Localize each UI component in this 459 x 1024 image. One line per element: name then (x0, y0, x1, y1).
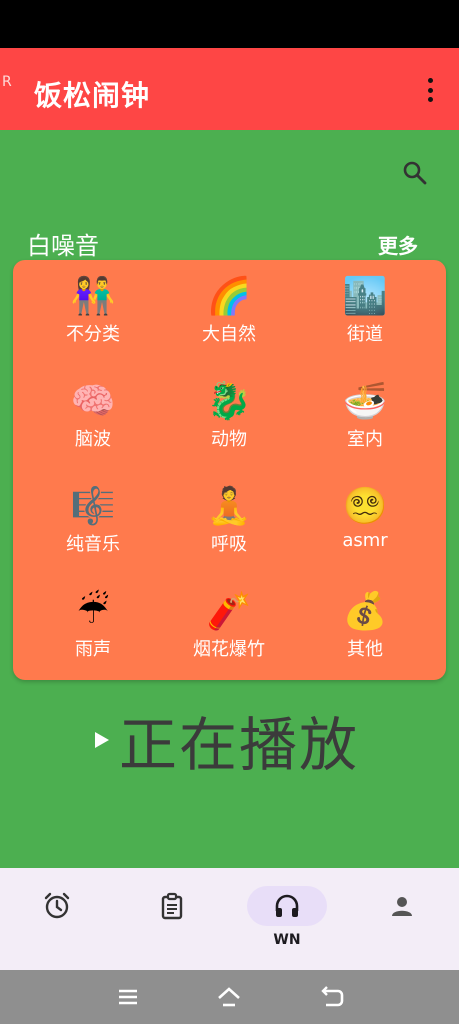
now-playing-label: 正在播放 (119, 711, 360, 779)
nav-item-profile[interactable] (357, 886, 447, 956)
search-icon[interactable] (400, 158, 430, 188)
clipboard-icon (161, 892, 183, 920)
nav-item-alarm[interactable] (12, 886, 102, 956)
category-emoji-icon: 👫 (70, 276, 116, 317)
category-label: 街道 (347, 324, 383, 345)
system-nav-bar (0, 970, 459, 1024)
category-emoji-icon: 💰 (342, 591, 388, 632)
status-bar (0, 0, 459, 48)
r-mark: R (2, 74, 12, 90)
overflow-menu-icon[interactable] (420, 78, 440, 102)
app-bar: R 饭松闹钟 (0, 48, 459, 130)
category-label: asmr (342, 530, 388, 551)
category-label: 室内 (347, 429, 383, 450)
category-emoji-icon: 🎼 (70, 486, 116, 527)
category-item[interactable]: 🧘 呼吸 (157, 486, 301, 566)
category-emoji-icon: 🍜 (342, 381, 388, 422)
person-icon (392, 897, 412, 916)
nav-label-wn: WN (273, 932, 301, 948)
category-label: 其他 (347, 639, 383, 660)
menu-icon[interactable] (114, 984, 142, 1010)
category-emoji-icon: 🧨 (206, 591, 252, 632)
category-emoji-icon: 😵‍💫 (342, 486, 388, 527)
category-item[interactable]: 🧨 烟花爆竹 (157, 591, 301, 671)
category-item[interactable]: ☔ 雨声 (21, 591, 165, 671)
category-emoji-icon: 🧠 (70, 381, 116, 422)
category-label: 脑波 (75, 429, 111, 450)
alarm-icon (44, 892, 70, 919)
category-emoji-icon: 🧘 (206, 486, 252, 527)
nav-item-notes[interactable] (127, 886, 217, 956)
category-label: 呼吸 (211, 534, 247, 555)
category-emoji-icon: 🏙️ (342, 276, 388, 317)
now-playing-button[interactable]: 正在播放 (95, 698, 359, 782)
category-item[interactable]: 💰 其他 (293, 591, 437, 671)
section-title: 白噪音 (27, 232, 99, 260)
category-item[interactable]: 🧠 脑波 (21, 381, 165, 461)
category-item[interactable]: 🍜 室内 (293, 381, 437, 461)
nav-item-white-noise[interactable]: WN (242, 886, 332, 956)
category-item[interactable]: 🐉 动物 (157, 381, 301, 461)
category-label: 大自然 (202, 324, 256, 345)
category-label: 雨声 (75, 639, 111, 660)
play-icon (95, 732, 109, 748)
category-label: 动物 (211, 429, 247, 450)
category-card: 👫 不分类 🌈 大自然 🏙️ 街道 🧠 脑波 🐉 动物 🍜 室内 🎼 纯音乐 🧘… (13, 260, 446, 680)
home-icon[interactable] (215, 984, 243, 1010)
category-item[interactable]: 😵‍💫 asmr (293, 486, 437, 566)
category-label: 不分类 (66, 324, 120, 345)
category-label: 烟花爆竹 (193, 639, 265, 660)
category-item[interactable]: 🌈 大自然 (157, 276, 301, 356)
back-icon[interactable] (318, 984, 346, 1010)
app-title: 饭松闹钟 (34, 79, 151, 112)
headphones-icon (275, 894, 299, 917)
category-emoji-icon: 🐉 (206, 381, 252, 422)
category-emoji-icon: ☔ (76, 591, 110, 632)
category-emoji-icon: 🌈 (206, 276, 252, 317)
category-item[interactable]: 🎼 纯音乐 (21, 486, 165, 566)
category-item[interactable]: 👫 不分类 (21, 276, 165, 356)
category-label: 纯音乐 (66, 534, 120, 555)
main-content: 白噪音 更多 👫 不分类 🌈 大自然 🏙️ 街道 🧠 脑波 🐉 动物 🍜 室内 … (0, 130, 459, 868)
category-item[interactable]: 🏙️ 街道 (293, 276, 437, 356)
more-link[interactable]: 更多 (378, 230, 418, 259)
bottom-nav: WN (0, 868, 459, 970)
